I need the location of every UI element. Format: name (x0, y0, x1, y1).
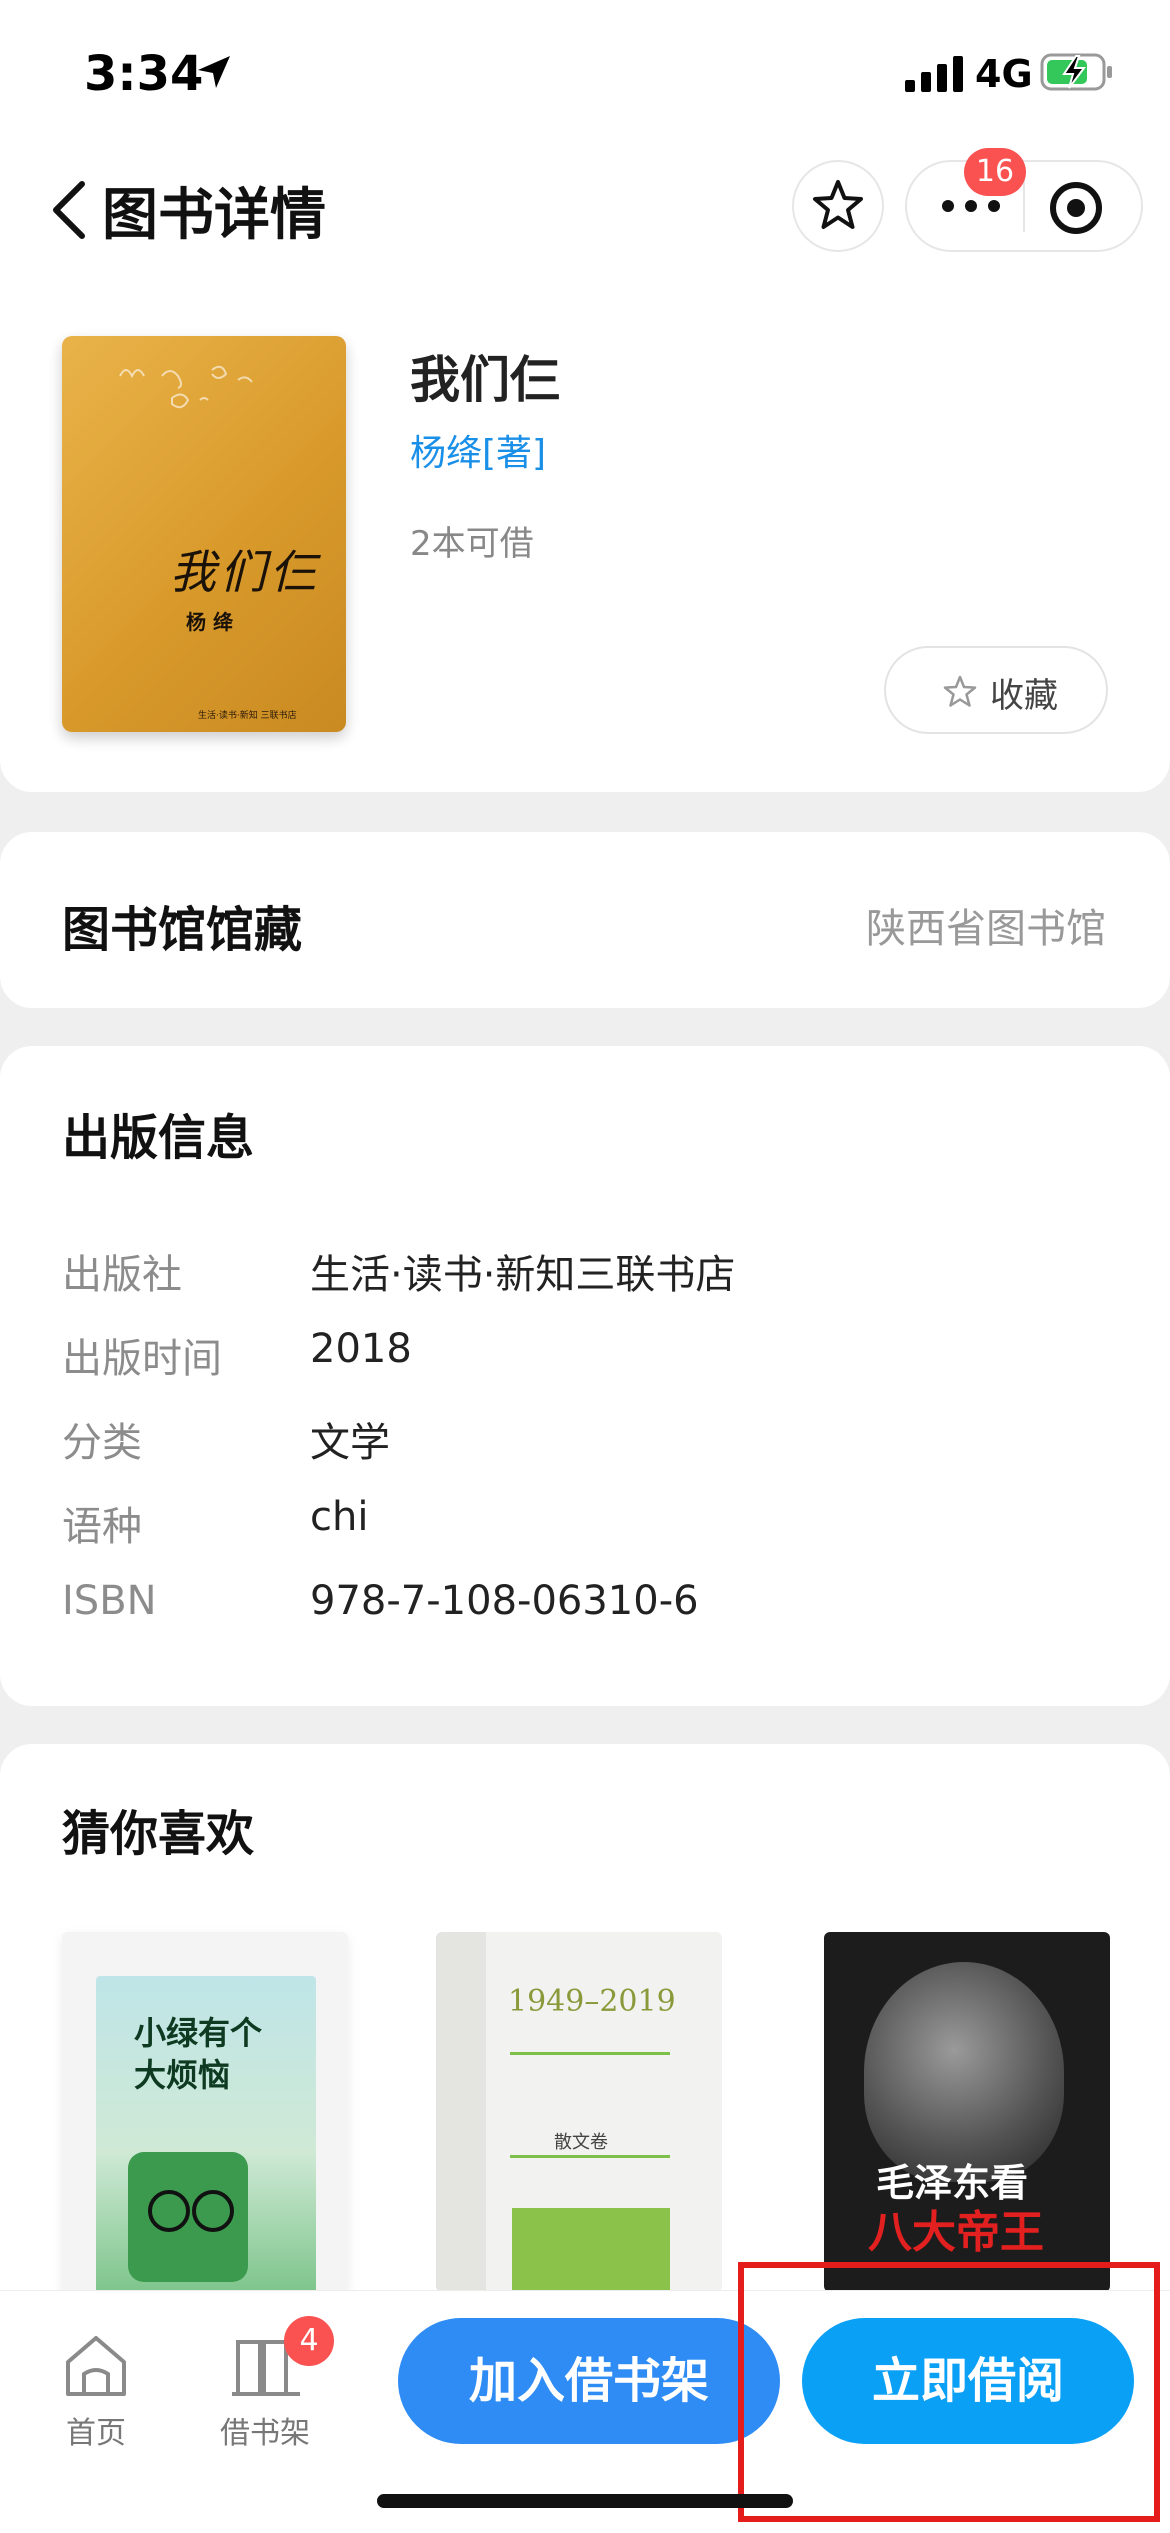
cover-scribble (119, 365, 253, 409)
cellular-signal-icon (905, 56, 963, 92)
home-indicator (377, 2494, 793, 2508)
network-type: 4G (975, 52, 1033, 96)
publish-date-value: 2018 (310, 1326, 412, 1372)
cover-author: 杨 绛 (186, 610, 233, 634)
library-label: 图书馆馆藏 (62, 902, 303, 958)
rec-cover-portrait (864, 1962, 1064, 2182)
cover-title: 我们仨 (170, 545, 320, 599)
rec-cover-subtitle: 散文卷 (554, 2132, 608, 2153)
rec-cover-glasses (148, 2190, 190, 2232)
rec-cover-title: 小绿有个大烦恼 (134, 2014, 263, 2094)
star-outline-icon (943, 675, 977, 707)
highlight-box (738, 2262, 1160, 2522)
more-dots-icon[interactable] (938, 196, 1004, 216)
language-label: 语种 (62, 1504, 142, 1550)
location-arrow-icon (198, 56, 230, 88)
language-value: chi (310, 1494, 369, 1540)
star-icon (813, 180, 863, 229)
rec-book-cover[interactable]: 1949–2019 散文卷 (436, 1932, 722, 2292)
isbn-value: 978-7-108-06310-6 (310, 1578, 699, 1624)
book-cover[interactable]: 我们仨 杨 绛 生活·读书·新知 三联书店 (62, 336, 346, 732)
cover-publisher: 生活·读书·新知 三联书店 (198, 711, 297, 721)
book-author-link[interactable]: 杨绛[著] (410, 424, 546, 476)
publish-date-label: 出版时间 (62, 1336, 222, 1382)
category-value: 文学 (310, 1420, 390, 1466)
shelf-badge: 4 (284, 2316, 334, 2366)
rec-cover-subtitle: 八大帝王 (868, 2207, 1044, 2258)
close-target-icon[interactable] (1048, 180, 1104, 236)
rec-cover-spine (436, 1932, 486, 2292)
book-title: 我们仨 (410, 351, 560, 409)
rec-book-cover[interactable]: 毛泽东看 八大帝王 (824, 1932, 1110, 2292)
back-arrow-icon[interactable] (48, 178, 92, 242)
capsule-divider (1023, 180, 1025, 232)
add-to-shelf-button[interactable]: 加入借书架 (398, 2318, 780, 2444)
library-name: 陕西省图书馆 (866, 906, 1106, 952)
isbn-label: ISBN (62, 1578, 157, 1624)
publish-info-title: 出版信息 (62, 1110, 255, 1166)
battery-charging-icon (1040, 53, 1112, 91)
status-time: 3:34 (84, 46, 204, 102)
rec-cover-block (512, 2208, 670, 2292)
rec-cover-title: 1949–2019 (508, 1984, 676, 2019)
category-label: 分类 (62, 1420, 142, 1466)
favorite-label: 收藏 (990, 676, 1058, 716)
notification-badge: 16 (964, 148, 1026, 196)
publisher-label: 出版社 (62, 1252, 182, 1298)
rec-cover-glasses (192, 2190, 234, 2232)
home-icon[interactable] (60, 2330, 132, 2402)
availability-text: 2本可借 (410, 524, 534, 564)
home-tab-label[interactable]: 首页 (66, 2408, 126, 2452)
recommendations-title: 猜你喜欢 (62, 1806, 255, 1862)
shelf-tab-label[interactable]: 借书架 (220, 2408, 310, 2452)
page-title: 图书详情 (102, 183, 326, 248)
rec-book-cover[interactable]: 小绿有个大烦恼 (62, 1932, 348, 2292)
publisher-value: 生活·读书·新知三联书店 (310, 1252, 736, 1298)
